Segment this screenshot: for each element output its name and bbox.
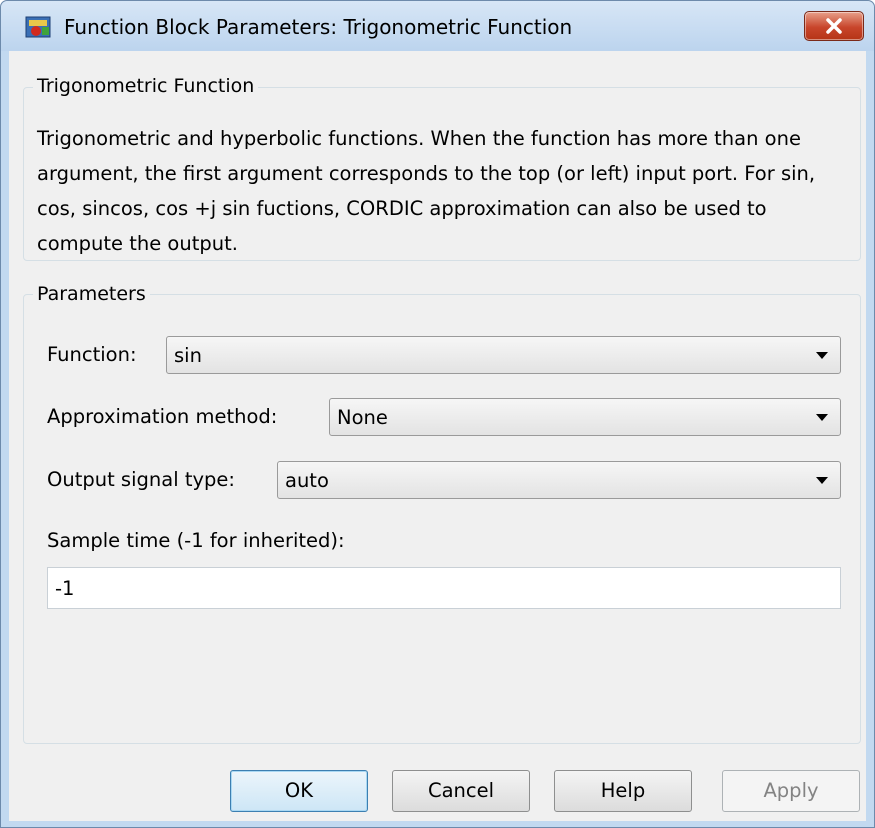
apply-button: Apply — [722, 770, 860, 812]
approximation-method-label: Approximation method: — [47, 405, 278, 428]
chevron-down-icon — [816, 352, 828, 359]
close-icon — [826, 18, 842, 34]
output-signal-type-label: Output signal type: — [47, 468, 235, 491]
function-dropdown[interactable]: sin — [166, 336, 841, 374]
output-signal-type-value: auto — [285, 469, 329, 492]
block-description: Trigonometric and hyperbolic functions. … — [37, 127, 816, 255]
function-label: Function: — [47, 343, 137, 366]
cancel-button[interactable]: Cancel — [392, 770, 530, 812]
parameters-group-title: Parameters — [33, 282, 150, 306]
close-button[interactable] — [804, 11, 864, 41]
ok-button[interactable]: OK — [230, 770, 368, 812]
sample-time-input[interactable] — [48, 568, 840, 608]
chevron-down-icon — [816, 477, 828, 484]
sample-time-label: Sample time (-1 for inherited): — [47, 529, 345, 552]
help-button[interactable]: Help — [554, 770, 692, 812]
sample-time-field[interactable] — [47, 567, 841, 609]
window-title: Function Block Parameters: Trigonometric… — [64, 15, 573, 39]
output-signal-type-dropdown[interactable]: auto — [277, 461, 841, 499]
function-value: sin — [174, 344, 202, 367]
approximation-method-dropdown[interactable]: None — [329, 398, 841, 436]
chevron-down-icon — [816, 414, 828, 421]
approximation-method-value: None — [337, 406, 388, 429]
simulink-block-icon — [25, 16, 51, 38]
description-group-title: Trigonometric Function — [33, 74, 259, 98]
title-bar[interactable]: Function Block Parameters: Trigonometric… — [1, 1, 874, 51]
dialog-window: Function Block Parameters: Trigonometric… — [0, 0, 875, 828]
